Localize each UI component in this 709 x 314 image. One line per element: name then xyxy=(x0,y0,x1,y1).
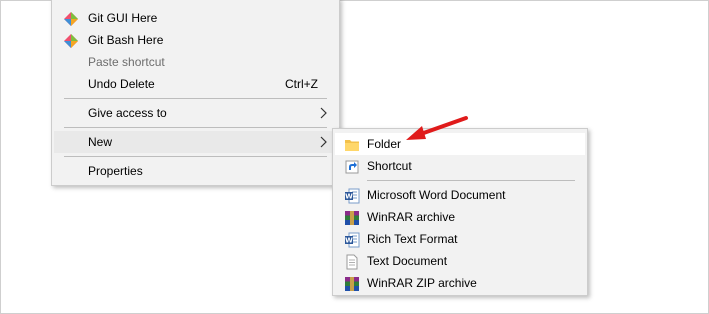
submenu-item-winrar-archive[interactable]: WinRAR archive xyxy=(335,206,585,228)
submenu-item-label: Rich Text Format xyxy=(367,232,458,246)
submenu-item-winrar-zip-archive[interactable]: WinRAR ZIP archive xyxy=(335,272,585,294)
menu-item-undo-delete[interactable]: Undo Delete Ctrl+Z xyxy=(54,73,337,95)
menu-item-paste-shortcut: Paste shortcut xyxy=(54,51,337,73)
chevron-right-icon xyxy=(320,107,327,119)
submenu-item-text-document[interactable]: Text Document xyxy=(335,250,585,272)
submenu-item-label: Microsoft Word Document xyxy=(367,188,506,202)
menu-item-label: Git GUI Here xyxy=(88,11,158,25)
submenu-item-label: Text Document xyxy=(367,254,448,268)
submenu-item-shortcut[interactable]: Shortcut xyxy=(335,155,585,177)
shortcut-icon xyxy=(345,160,359,174)
submenu-item-label: WinRAR archive xyxy=(367,210,456,224)
submenu-item-word-document[interactable]: W Microsoft Word Document xyxy=(335,184,585,206)
menu-separator xyxy=(64,156,327,157)
folder-icon xyxy=(345,140,359,151)
svg-text:W: W xyxy=(345,237,353,245)
submenu-item-label: WinRAR ZIP archive xyxy=(367,276,477,290)
chevron-right-icon xyxy=(320,136,327,148)
menu-item-git-gui-here[interactable]: Git GUI Here xyxy=(54,7,337,29)
word-document-icon: W xyxy=(345,188,360,204)
submenu-item-label: Folder xyxy=(367,137,402,151)
text-document-icon xyxy=(346,254,358,270)
winrar-zip-icon xyxy=(345,277,359,291)
menu-item-label: Paste shortcut xyxy=(88,55,165,69)
menu-separator xyxy=(64,127,327,128)
menu-item-new[interactable]: New xyxy=(54,131,337,153)
context-menu: Git GUI Here Git Bash Here Paste shortcu… xyxy=(51,0,340,186)
menu-separator xyxy=(367,180,575,181)
menu-item-label: Git Bash Here xyxy=(88,33,164,47)
menu-item-label: Undo Delete xyxy=(88,77,155,91)
menu-separator xyxy=(64,98,327,99)
git-bash-icon xyxy=(64,34,78,48)
svg-text:W: W xyxy=(345,193,353,201)
menu-item-give-access-to[interactable]: Give access to xyxy=(54,102,337,124)
menu-item-label: Properties xyxy=(88,164,143,178)
keyboard-shortcut: Ctrl+Z xyxy=(285,77,318,91)
annotation-arrow-icon xyxy=(406,116,468,140)
submenu-item-label: Shortcut xyxy=(367,159,412,173)
menu-item-properties[interactable]: Properties xyxy=(54,160,337,182)
winrar-archive-icon xyxy=(345,211,359,225)
git-gui-icon xyxy=(64,12,78,26)
menu-item-git-bash-here[interactable]: Git Bash Here xyxy=(54,29,337,51)
menu-item-label: New xyxy=(88,135,113,149)
menu-item-label: Give access to xyxy=(88,106,167,120)
submenu-item-rich-text-format[interactable]: W Rich Text Format xyxy=(335,228,585,250)
new-submenu: Folder Shortcut W Microsoft Word Documen… xyxy=(332,128,588,296)
rich-text-icon: W xyxy=(345,232,360,248)
